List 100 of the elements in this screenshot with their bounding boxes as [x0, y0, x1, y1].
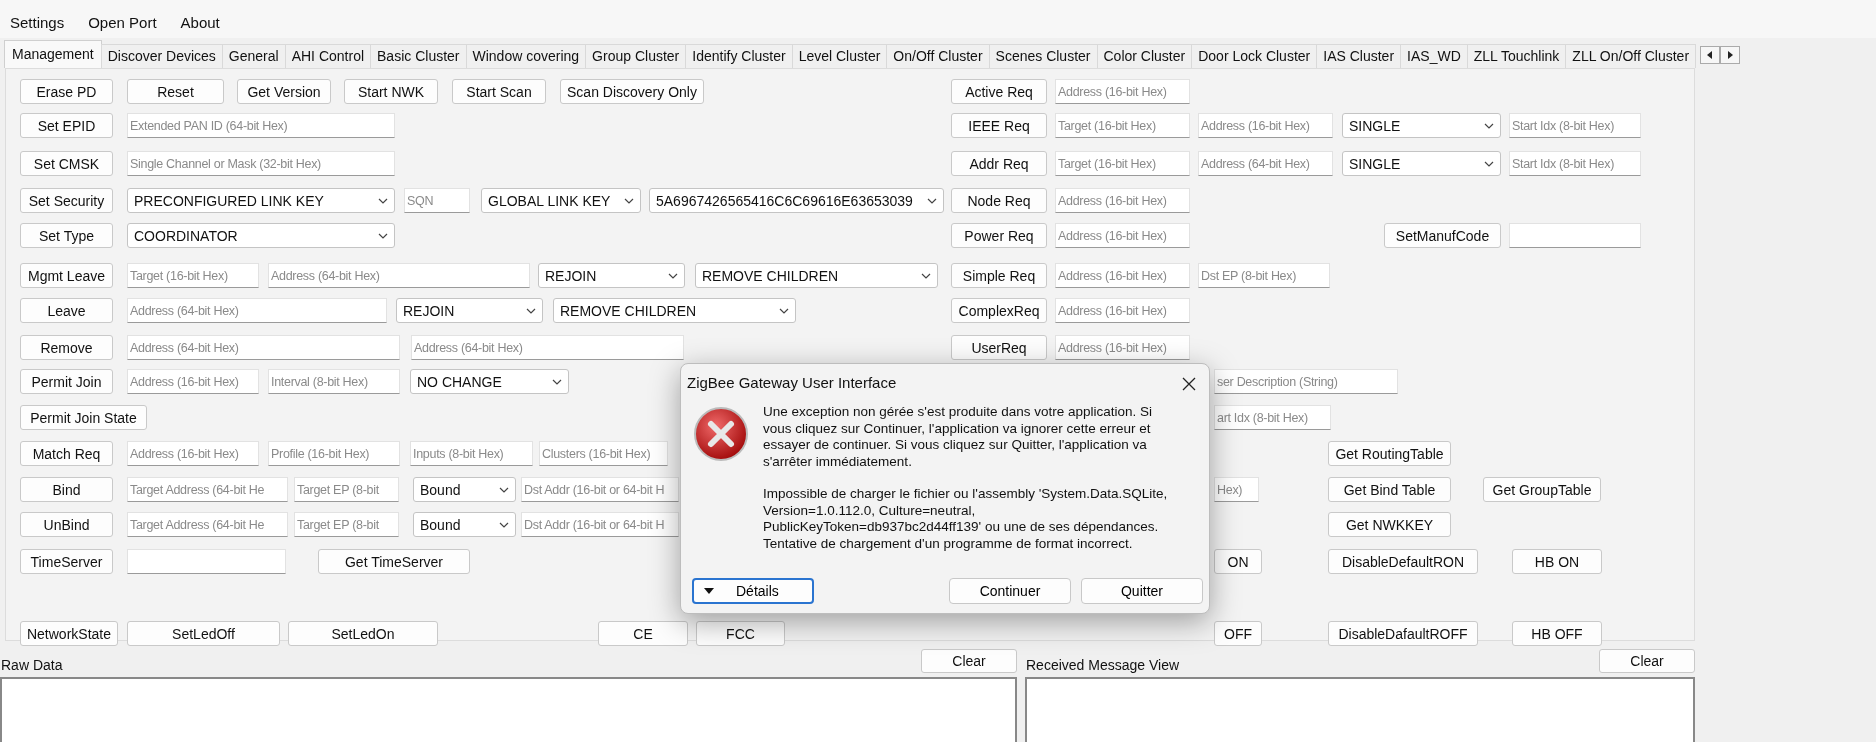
details-button[interactable]: Détails [692, 578, 814, 604]
form-button[interactable]: Get GroupTable [1483, 477, 1601, 502]
form-button[interactable]: ComplexReq [951, 298, 1047, 323]
form-button[interactable]: NetworkState [20, 621, 118, 646]
text-field[interactable]: Dst Addr (16-bit or 64-bit H [521, 477, 679, 502]
text-field[interactable]: Extended PAN ID (64-bit Hex) [127, 113, 395, 138]
form-button[interactable]: CE [598, 621, 688, 646]
form-button[interactable]: Set Security [20, 188, 113, 213]
text-field[interactable]: Address (16-bit Hex) [127, 369, 259, 394]
text-field[interactable]: Dst EP (8-bit Hex) [1198, 263, 1330, 288]
text-field[interactable]: SQN [404, 188, 470, 213]
dropdown[interactable]: Bound [413, 512, 516, 537]
text-field[interactable]: Target EP (8-bit [294, 477, 399, 502]
text-field[interactable]: Target EP (8-bit [294, 512, 399, 537]
form-button[interactable]: Reset [127, 79, 224, 104]
dropdown[interactable]: Bound [413, 477, 516, 502]
dropdown[interactable]: SINGLE [1342, 151, 1501, 176]
dropdown[interactable]: SINGLE [1342, 113, 1501, 138]
form-button[interactable]: UserReq [951, 335, 1047, 360]
text-field[interactable]: Target (16-bit Hex) [127, 263, 259, 288]
text-field[interactable]: Address (16-bit Hex) [1198, 113, 1333, 138]
dropdown[interactable]: COORDINATOR [127, 223, 395, 248]
form-button[interactable]: DisableDafaultROFF [1328, 621, 1478, 646]
form-button[interactable]: Get Bind Table [1328, 477, 1451, 502]
form-button[interactable]: Leave [20, 298, 113, 323]
dropdown[interactable]: REMOVE CHILDREN [553, 298, 796, 323]
form-button[interactable]: Start NWK [344, 79, 438, 104]
dropdown[interactable]: REMOVE CHILDREN [695, 263, 938, 288]
form-button[interactable]: DisableDefaultRON [1328, 549, 1478, 574]
text-field[interactable]: Target (16-bit Hex) [1055, 151, 1190, 176]
dialog-button[interactable]: Quitter [1081, 578, 1203, 604]
text-field[interactable]: Address (16-bit Hex) [127, 441, 259, 466]
scroll-right-button[interactable] [1720, 46, 1741, 64]
form-button[interactable]: SetManufCode [1384, 223, 1501, 248]
form-button[interactable]: OFF [1214, 621, 1262, 646]
clear-button[interactable]: Clear [921, 649, 1017, 673]
text-field[interactable]: Hex) [1214, 477, 1259, 502]
text-field[interactable]: ser Description (String) [1214, 369, 1398, 394]
form-button[interactable]: Scan Discovery Only [560, 79, 704, 104]
form-button[interactable]: Erase PD [20, 79, 113, 104]
form-button[interactable]: TimeServer [20, 549, 113, 574]
text-field[interactable]: Address (64-bit Hex) [411, 335, 684, 360]
tab[interactable]: Discover Devices [100, 44, 223, 68]
form-button[interactable]: Permit Join State [20, 405, 147, 430]
clear-button[interactable]: Clear [1599, 649, 1695, 673]
dropdown[interactable]: REJOIN [396, 298, 543, 323]
form-button[interactable]: UnBind [20, 512, 113, 537]
text-field[interactable]: Address (16-bit Hex) [1055, 298, 1190, 323]
dropdown[interactable]: 5A6967426565416C6C69616E63653039 [649, 188, 944, 213]
text-field[interactable] [1509, 223, 1641, 248]
scroll-left-button[interactable] [1700, 46, 1721, 64]
dropdown[interactable]: REJOIN [538, 263, 685, 288]
text-field[interactable]: Start Idx (8-bit Hex) [1509, 113, 1641, 138]
form-button[interactable]: Set CMSK [20, 151, 113, 176]
form-button[interactable]: HB OFF [1512, 621, 1602, 646]
form-button[interactable]: ON [1214, 549, 1262, 574]
dropdown[interactable]: PRECONFIGURED LINK KEY [127, 188, 395, 213]
text-field[interactable]: Target Address (64-bit He [127, 477, 288, 502]
dialog-button[interactable]: Continuer [949, 578, 1071, 604]
form-button[interactable]: SetLedOff [127, 621, 280, 646]
message-view-area[interactable] [1025, 677, 1695, 742]
text-field[interactable]: Address (16-bit Hex) [1055, 335, 1190, 360]
text-field[interactable]: Address (16-bit Hex) [1055, 223, 1190, 248]
form-button[interactable]: Get Version [237, 79, 331, 104]
form-button[interactable]: FCC [696, 621, 785, 646]
text-field[interactable] [127, 549, 286, 574]
form-button[interactable]: Set Type [20, 223, 113, 248]
menu-item[interactable]: About [172, 11, 228, 33]
text-field[interactable]: Inputs (8-bit Hex) [410, 441, 533, 466]
form-button[interactable]: Get RoutingTable [1328, 441, 1451, 466]
text-field[interactable]: Interval (8-bit Hex) [268, 369, 400, 394]
tab[interactable]: ZLL On/Off Cluster [1565, 44, 1697, 68]
text-field[interactable]: Clusters (16-bit Hex) [539, 441, 668, 466]
form-button[interactable]: Simple Req [951, 263, 1047, 288]
form-button[interactable]: HB ON [1512, 549, 1602, 574]
dropdown[interactable]: GLOBAL LINK KEY [481, 188, 641, 213]
form-button[interactable]: Start Scan [452, 79, 546, 104]
menu-item[interactable]: Open Port [80, 11, 165, 33]
form-button[interactable]: Permit Join [20, 369, 113, 394]
text-field[interactable]: Profile (16-bit Hex) [268, 441, 400, 466]
text-field[interactable]: Start Idx (8-bit Hex) [1509, 151, 1641, 176]
form-button[interactable]: Remove [20, 335, 113, 360]
text-field[interactable]: Single Channel or Mask (32-bit Hex) [127, 151, 395, 176]
text-field[interactable]: Target Address (64-bit He [127, 512, 288, 537]
form-button[interactable]: Get TimeServer [318, 549, 470, 574]
text-field[interactable]: Address (16-bit Hex) [1055, 188, 1190, 213]
form-button[interactable]: Node Req [951, 188, 1047, 213]
form-button[interactable]: Get NWKKEY [1328, 512, 1451, 537]
text-field[interactable]: Address (16-bit Hex) [1055, 263, 1190, 288]
text-field[interactable]: Target (16-bit Hex) [1055, 113, 1190, 138]
form-button[interactable]: Set EPID [20, 113, 113, 138]
text-field[interactable]: Address (64-bit Hex) [127, 335, 400, 360]
form-button[interactable]: IEEE Req [951, 113, 1047, 138]
raw-data-area[interactable] [0, 677, 1017, 742]
tab[interactable]: Management [4, 40, 102, 68]
close-button[interactable] [1181, 376, 1197, 392]
form-button[interactable]: Match Req [20, 441, 113, 466]
form-button[interactable]: Active Req [951, 79, 1047, 104]
text-field[interactable]: art Idx (8-bit Hex) [1214, 405, 1331, 430]
form-button[interactable]: Power Req [951, 223, 1047, 248]
